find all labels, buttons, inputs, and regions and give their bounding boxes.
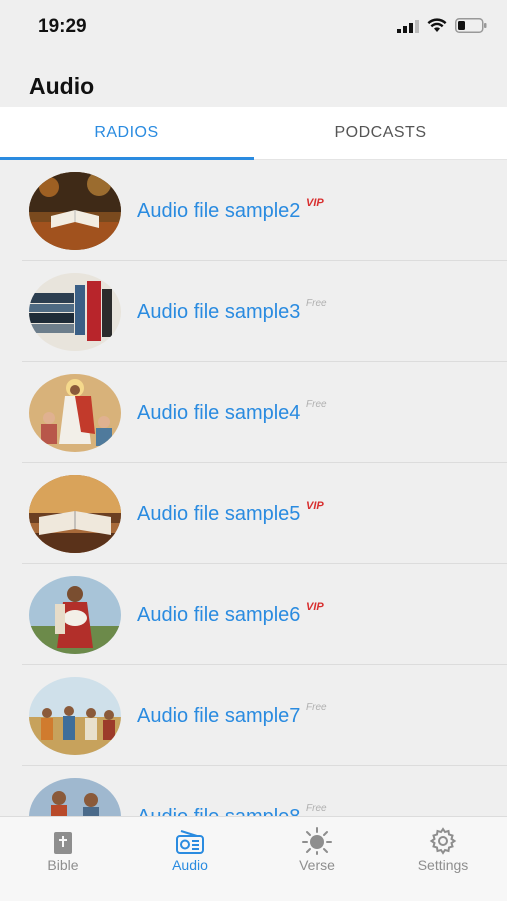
bible-books-thumbnail (29, 273, 121, 351)
free-badge: Free (306, 803, 327, 814)
bottom-tab-bar: Bible Audio Verse Settings (0, 816, 507, 901)
tab-podcasts[interactable]: PODCASTS (254, 107, 507, 159)
free-badge: Free (306, 298, 327, 309)
open-bible-autumn-thumbnail (29, 172, 121, 250)
gear-icon (429, 827, 457, 855)
top-tabs: RADIOS PODCASTS (0, 107, 507, 160)
tabbar-bible[interactable]: Bible (0, 825, 126, 885)
item-title: Audio file sample8 (137, 806, 300, 816)
signal-icon (397, 19, 419, 33)
audio-list[interactable]: Audio file sample2 VIP Audio file sample… (0, 160, 507, 816)
list-item[interactable]: Audio file sample7 Free (0, 665, 507, 766)
preacher-scene-thumbnail (29, 778, 121, 816)
tabbar-audio[interactable]: Audio (127, 825, 253, 885)
vip-badge: VIP (306, 500, 324, 512)
item-title: Audio file sample2 (137, 200, 301, 222)
tabbar-label: Verse (299, 857, 335, 873)
page-title: Audio (29, 73, 95, 99)
item-title: Audio file sample7 (137, 705, 301, 727)
list-item[interactable]: Audio file sample5 VIP (0, 463, 507, 564)
crowd-scene-thumbnail (29, 677, 121, 755)
vip-badge: VIP (306, 601, 324, 613)
wifi-icon (427, 18, 447, 32)
tabbar-verse[interactable]: Verse (254, 825, 380, 885)
battery-icon (455, 18, 487, 33)
tab-radios[interactable]: RADIOS (0, 107, 253, 159)
bible-icon (54, 832, 72, 854)
list-item[interactable]: Audio file sample2 VIP (0, 160, 507, 261)
sun-icon (302, 827, 332, 855)
free-badge: Free (306, 702, 327, 713)
list-item[interactable]: Audio file sample3 Free (0, 261, 507, 362)
good-shepherd-thumbnail (29, 576, 121, 654)
jesus-with-children-thumbnail (29, 374, 121, 452)
item-title: Audio file sample5 (137, 503, 301, 525)
list-item[interactable]: Audio file sample6 VIP (0, 564, 507, 665)
item-title: Audio file sample6 (137, 604, 301, 626)
status-bar: 19:29 (0, 0, 507, 56)
tabbar-label: Bible (47, 857, 79, 873)
status-time: 19:29 (38, 16, 87, 37)
status-icons (397, 18, 487, 33)
list-item[interactable]: Audio file sample4 Free (0, 362, 507, 463)
open-bible-sunset-thumbnail (29, 475, 121, 553)
radio-icon (176, 830, 204, 854)
vip-badge: VIP (306, 197, 324, 209)
tabbar-label: Settings (417, 857, 469, 873)
tabbar-settings[interactable]: Settings (380, 825, 506, 885)
item-title: Audio file sample3 (137, 301, 301, 323)
free-badge: Free (306, 399, 327, 410)
item-title: Audio file sample4 (137, 402, 301, 424)
tabbar-label: Audio (172, 857, 208, 873)
list-item[interactable]: Audio file sample8 Free (0, 766, 507, 816)
